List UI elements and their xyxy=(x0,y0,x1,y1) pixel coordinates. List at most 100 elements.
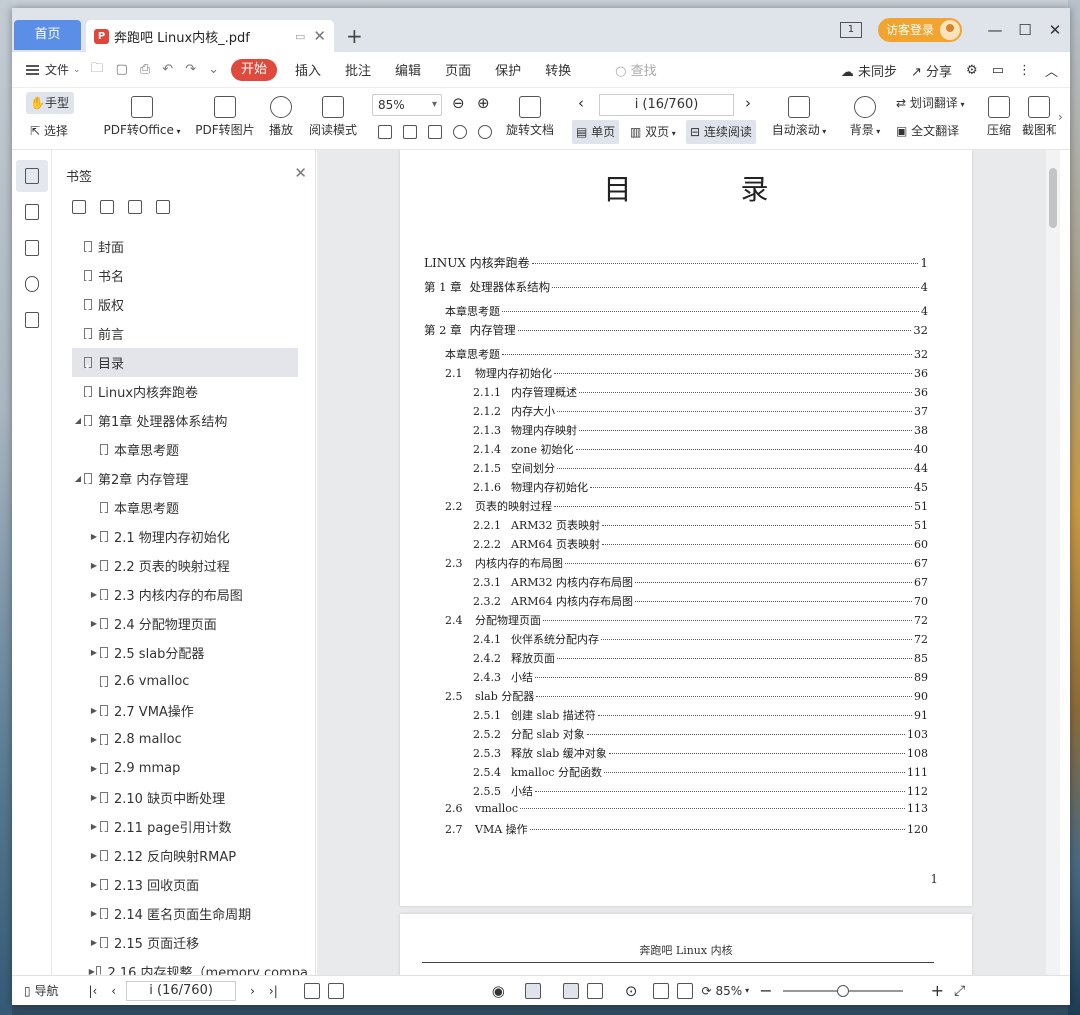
toc-entry[interactable]: 2.2.2 ARM64 页表映射 60 xyxy=(424,536,928,555)
document-scrollbar[interactable] xyxy=(1046,150,1060,975)
continuous-read-button[interactable]: ⊟ 连续阅读 xyxy=(686,120,756,144)
search-box[interactable]: ○ 查找 xyxy=(615,60,657,79)
file-menu[interactable]: 文件 ⌄ xyxy=(26,61,81,78)
bookmark-item[interactable]: ▶ 2.13 回收页面 xyxy=(52,870,308,899)
guest-login-button[interactable]: 访客登录 xyxy=(877,18,962,42)
toc-entry[interactable]: 2.1.3 物理内存映射 38 xyxy=(424,422,928,441)
toc-entry[interactable]: 2.3 内核内存的布局图 67 xyxy=(424,555,928,574)
bookmark-item[interactable]: ▶ 2.7 VMA操作 xyxy=(52,696,308,725)
close-window-button[interactable]: ✕ xyxy=(1040,21,1070,39)
hand-tool-button[interactable]: ✋手型 xyxy=(26,92,74,114)
actual-size-status-icon[interactable] xyxy=(653,982,670,999)
open-folder-icon[interactable]: 🗀 xyxy=(91,59,104,81)
tab-document[interactable]: P 奔跑吧 Linux内核_.pdf ▭ ✕ xyxy=(86,20,334,52)
prev-page-icon[interactable]: ‹ xyxy=(111,984,116,998)
rotate-document-button[interactable]: 旋转文档 xyxy=(504,96,556,138)
expand-arrow-icon[interactable]: ▶ xyxy=(88,706,100,715)
bookmark-item[interactable]: 书名 xyxy=(52,261,308,290)
menu-convert[interactable]: 转换 xyxy=(545,60,571,79)
bookmark-item[interactable]: 封面 xyxy=(52,232,308,261)
zoom-in-icon[interactable]: ⊕ xyxy=(477,94,490,112)
menu-insert[interactable]: 插入 xyxy=(295,60,321,79)
bookmark-item[interactable]: ▶ 2.5 slab分配器 xyxy=(52,638,308,667)
screenshot-button[interactable]: 截图和 xyxy=(1022,96,1056,138)
maximize-button[interactable]: ☐ xyxy=(1010,21,1040,39)
expand-arrow-icon[interactable]: ▶ xyxy=(88,938,100,947)
toc-entry[interactable]: 本章思考题 4 xyxy=(424,303,928,322)
comment-panel-icon[interactable] xyxy=(16,232,48,264)
expand-arrow-icon[interactable]: ▶ xyxy=(88,619,100,628)
rotate-right-icon[interactable] xyxy=(453,125,467,139)
navigation-toggle[interactable]: ▯ 导航 xyxy=(24,982,58,999)
expand-arrow-icon[interactable]: ▶ xyxy=(88,822,100,831)
toc-entry[interactable]: 2.7 VMA 操作 120 xyxy=(424,821,928,840)
zoom-slider[interactable] xyxy=(782,984,903,997)
expand-arrow-icon[interactable]: ▶ xyxy=(88,764,100,773)
auto-scroll-button[interactable]: 自动滚动 ▾ xyxy=(769,96,829,138)
bookmark-item[interactable]: ▶ 2.2 页表的映射过程 xyxy=(52,551,308,580)
toc-entry[interactable]: 2.2.1 ARM32 页表映射 51 xyxy=(424,517,928,536)
expand-arrow-icon[interactable]: ▶ xyxy=(88,735,100,744)
bookmark-item[interactable]: Linux内核奔跑卷 xyxy=(52,377,308,406)
bookmark-item[interactable]: 目录 xyxy=(72,348,298,377)
toc-entry[interactable]: 2.5 slab 分配器 90 xyxy=(424,688,928,707)
read-mode-button[interactable]: 阅读模式 xyxy=(307,96,359,138)
sync-status[interactable]: ☁ 未同步 xyxy=(841,61,897,80)
ribbon-scroll-right-icon[interactable]: › xyxy=(1058,110,1063,124)
bookmark-item[interactable]: ▶ 2.9 mmap xyxy=(52,754,308,783)
add-bookmark-icon[interactable] xyxy=(72,200,86,214)
bookmark-item[interactable]: ▶ 2.10 缺页中断处理 xyxy=(52,783,308,812)
bookmark-plus-icon[interactable] xyxy=(128,200,142,214)
first-page-icon[interactable]: |‹ xyxy=(88,984,97,998)
menu-edit[interactable]: 编辑 xyxy=(395,60,421,79)
more-quick-actions-icon[interactable]: ⌄ xyxy=(208,62,219,77)
bookmark-item[interactable]: ▶ 2.8 malloc xyxy=(52,725,308,754)
background-button[interactable]: 背景 ▾ xyxy=(848,96,882,138)
toc-entry[interactable]: 本章思考题 32 xyxy=(424,346,928,365)
back-icon[interactable] xyxy=(303,982,320,999)
bookmark-item[interactable]: ▶ 2.12 反向映射RMAP xyxy=(52,841,308,870)
window-count-icon[interactable]: 1 xyxy=(839,22,862,38)
toc-entry[interactable]: 第 2 章内存管理 32 xyxy=(424,322,928,346)
fit-page-status-icon[interactable] xyxy=(677,982,694,999)
tab-home[interactable]: 首页 xyxy=(14,20,81,50)
bookmark-item[interactable]: ▶ 2.15 页面迁移 xyxy=(52,928,308,957)
toc-entry[interactable]: 2.1.5 空间划分 44 xyxy=(424,460,928,479)
bookmark-item[interactable]: ▶ 2.4 分配物理页面 xyxy=(52,609,308,638)
bookmark-item[interactable]: ◢ 第1章 处理器体系结构 xyxy=(52,406,308,435)
bookmark-item[interactable]: 前言 xyxy=(52,319,308,348)
continuous-mode-icon[interactable] xyxy=(524,982,541,999)
word-translate-button[interactable]: ⇄ 划词翻译 ▾ xyxy=(896,94,976,111)
toc-entry[interactable]: 2.1.2 内存大小 37 xyxy=(424,403,928,422)
full-translate-button[interactable]: ▣ 全文翻译 xyxy=(896,122,976,139)
bookmark-item[interactable]: ◢ 第2章 内存管理 xyxy=(52,464,308,493)
print-icon[interactable]: ⎙ xyxy=(140,62,150,77)
toc-entry[interactable]: 2.5.1 创建 slab 描述符 91 xyxy=(424,707,928,726)
zoom-in-status-icon[interactable]: + xyxy=(931,981,944,1000)
toc-entry[interactable]: 2.5.5 小结 112 xyxy=(424,783,928,802)
bookmark-item[interactable]: ▶ 2.11 page引用计数 xyxy=(52,812,308,841)
menu-start[interactable]: 开始 xyxy=(231,58,278,81)
expand-arrow-icon[interactable]: ▶ xyxy=(88,880,100,889)
toc-entry[interactable]: 2.5.2 分配 slab 对象 103 xyxy=(424,726,928,745)
pdf-to-office-button[interactable]: PDF转Office ▾ xyxy=(100,96,184,138)
more-icon[interactable]: ⋮ xyxy=(1018,63,1031,78)
pin-tab-icon[interactable]: ▭ xyxy=(295,30,305,43)
collapse-ribbon-icon[interactable]: ︿ xyxy=(1045,61,1058,80)
bookmark-item[interactable]: 本章思考题 xyxy=(52,493,308,522)
double-page-button[interactable]: ▥ 双页 ▾ xyxy=(626,120,680,144)
expand-arrow-icon[interactable]: ▶ xyxy=(88,561,100,570)
bookmark-item[interactable]: ▶ 2.14 匿名页面生命周期 xyxy=(52,899,308,928)
fullscreen-icon[interactable]: ⤢ xyxy=(954,983,965,999)
expand-arrow-icon[interactable]: ▶ xyxy=(88,851,100,860)
fit-page-icon[interactable] xyxy=(403,125,417,139)
expand-arrow-icon[interactable]: ◢ xyxy=(72,474,84,483)
menu-comment[interactable]: 批注 xyxy=(345,60,371,79)
toc-entry[interactable]: 2.2 页表的映射过程 51 xyxy=(424,498,928,517)
bookmark-item[interactable]: ▶ 2.16 内存规整（memory compa xyxy=(52,957,308,975)
bookmark-item[interactable]: 本章思考题 xyxy=(52,435,308,464)
bookmark-item[interactable]: ▶ 2.1 物理内存初始化 xyxy=(52,522,308,551)
menu-page[interactable]: 页面 xyxy=(445,60,471,79)
status-page-input[interactable]: i (16/760) xyxy=(126,980,237,1001)
expand-arrow-icon[interactable]: ▶ xyxy=(88,967,96,975)
